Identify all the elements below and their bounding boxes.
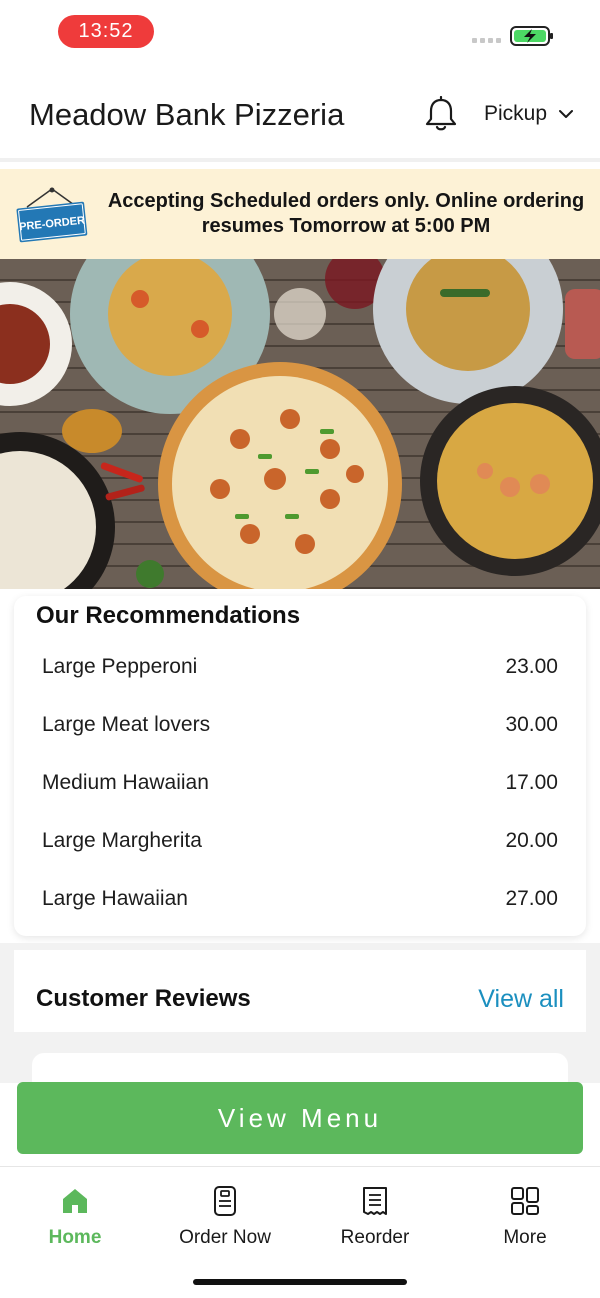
item-name: Large Hawaiian bbox=[42, 887, 188, 910]
item-price: 30.00 bbox=[505, 713, 558, 736]
tab-home[interactable]: Home bbox=[0, 1185, 150, 1257]
tab-order-now[interactable]: Order Now bbox=[150, 1185, 300, 1257]
item-price: 27.00 bbox=[505, 887, 558, 910]
tab-label: Reorder bbox=[340, 1227, 410, 1248]
item-name: Large Pepperoni bbox=[42, 655, 198, 678]
reviews-header: Customer Reviews View all bbox=[14, 950, 586, 1032]
recommendation-item[interactable]: Large Pepperoni 23.00 bbox=[42, 647, 558, 687]
receipt-icon bbox=[363, 1187, 387, 1215]
view-menu-label: View Menu bbox=[217, 1102, 383, 1133]
view-all-link[interactable]: View all bbox=[478, 985, 564, 1014]
home-indicator[interactable] bbox=[193, 1279, 407, 1285]
status-bar: 13:52 bbox=[0, 0, 600, 64]
tab-reorder[interactable]: Reorder bbox=[300, 1185, 450, 1257]
notice-text: Accepting Scheduled orders only. Online … bbox=[107, 190, 585, 237]
recommendations-card: Our Recommendations Large Pepperoni 23.0… bbox=[14, 596, 586, 936]
signal-icon bbox=[472, 38, 501, 43]
item-price: 17.00 bbox=[505, 771, 558, 794]
recommendation-item[interactable]: Large Margherita 20.00 bbox=[42, 821, 558, 861]
preorder-notice: PRE-ORDER Accepting Scheduled orders onl… bbox=[0, 169, 600, 259]
reviews-title: Customer Reviews bbox=[36, 985, 251, 1012]
tab-more[interactable]: More bbox=[450, 1185, 600, 1257]
bell-icon[interactable] bbox=[424, 96, 458, 132]
tab-bar: Home Order Now Reorder More bbox=[0, 1166, 600, 1298]
item-name: Medium Hawaiian bbox=[42, 771, 209, 794]
store-title: Meadow Bank Pizzeria bbox=[29, 97, 345, 132]
pickup-selector[interactable]: Pickup bbox=[484, 102, 574, 126]
hero-food-image bbox=[0, 259, 600, 589]
tab-label: Home bbox=[48, 1227, 102, 1248]
view-menu-button[interactable]: View Menu bbox=[17, 1082, 583, 1154]
recommendation-item[interactable]: Medium Hawaiian 17.00 bbox=[42, 763, 558, 803]
pickup-label: Pickup bbox=[484, 102, 548, 125]
home-icon bbox=[63, 1189, 87, 1213]
tab-label: More bbox=[503, 1227, 547, 1248]
grid-icon bbox=[511, 1187, 539, 1215]
clock-time: 13:52 bbox=[78, 20, 134, 42]
recommendations-title: Our Recommendations bbox=[36, 602, 301, 629]
item-name: Large Meat lovers bbox=[42, 713, 211, 736]
reviews-section: Customer Reviews View all bbox=[0, 943, 600, 1093]
recommendation-item[interactable]: Large Hawaiian 27.00 bbox=[42, 879, 558, 919]
recommendation-item[interactable]: Large Meat lovers 30.00 bbox=[42, 705, 558, 745]
tab-label: Order Now bbox=[179, 1227, 271, 1248]
item-price: 20.00 bbox=[505, 829, 558, 852]
preorder-sign-icon: PRE-ORDER bbox=[16, 187, 88, 243]
time-pill: 13:52 bbox=[58, 15, 154, 48]
app-header: Meadow Bank Pizzeria Pickup bbox=[0, 64, 600, 162]
item-price: 23.00 bbox=[505, 655, 558, 678]
chevron-down-icon bbox=[559, 110, 574, 118]
order-icon bbox=[214, 1186, 236, 1216]
item-name: Large Margherita bbox=[42, 829, 202, 852]
battery-charging-icon bbox=[510, 26, 553, 46]
